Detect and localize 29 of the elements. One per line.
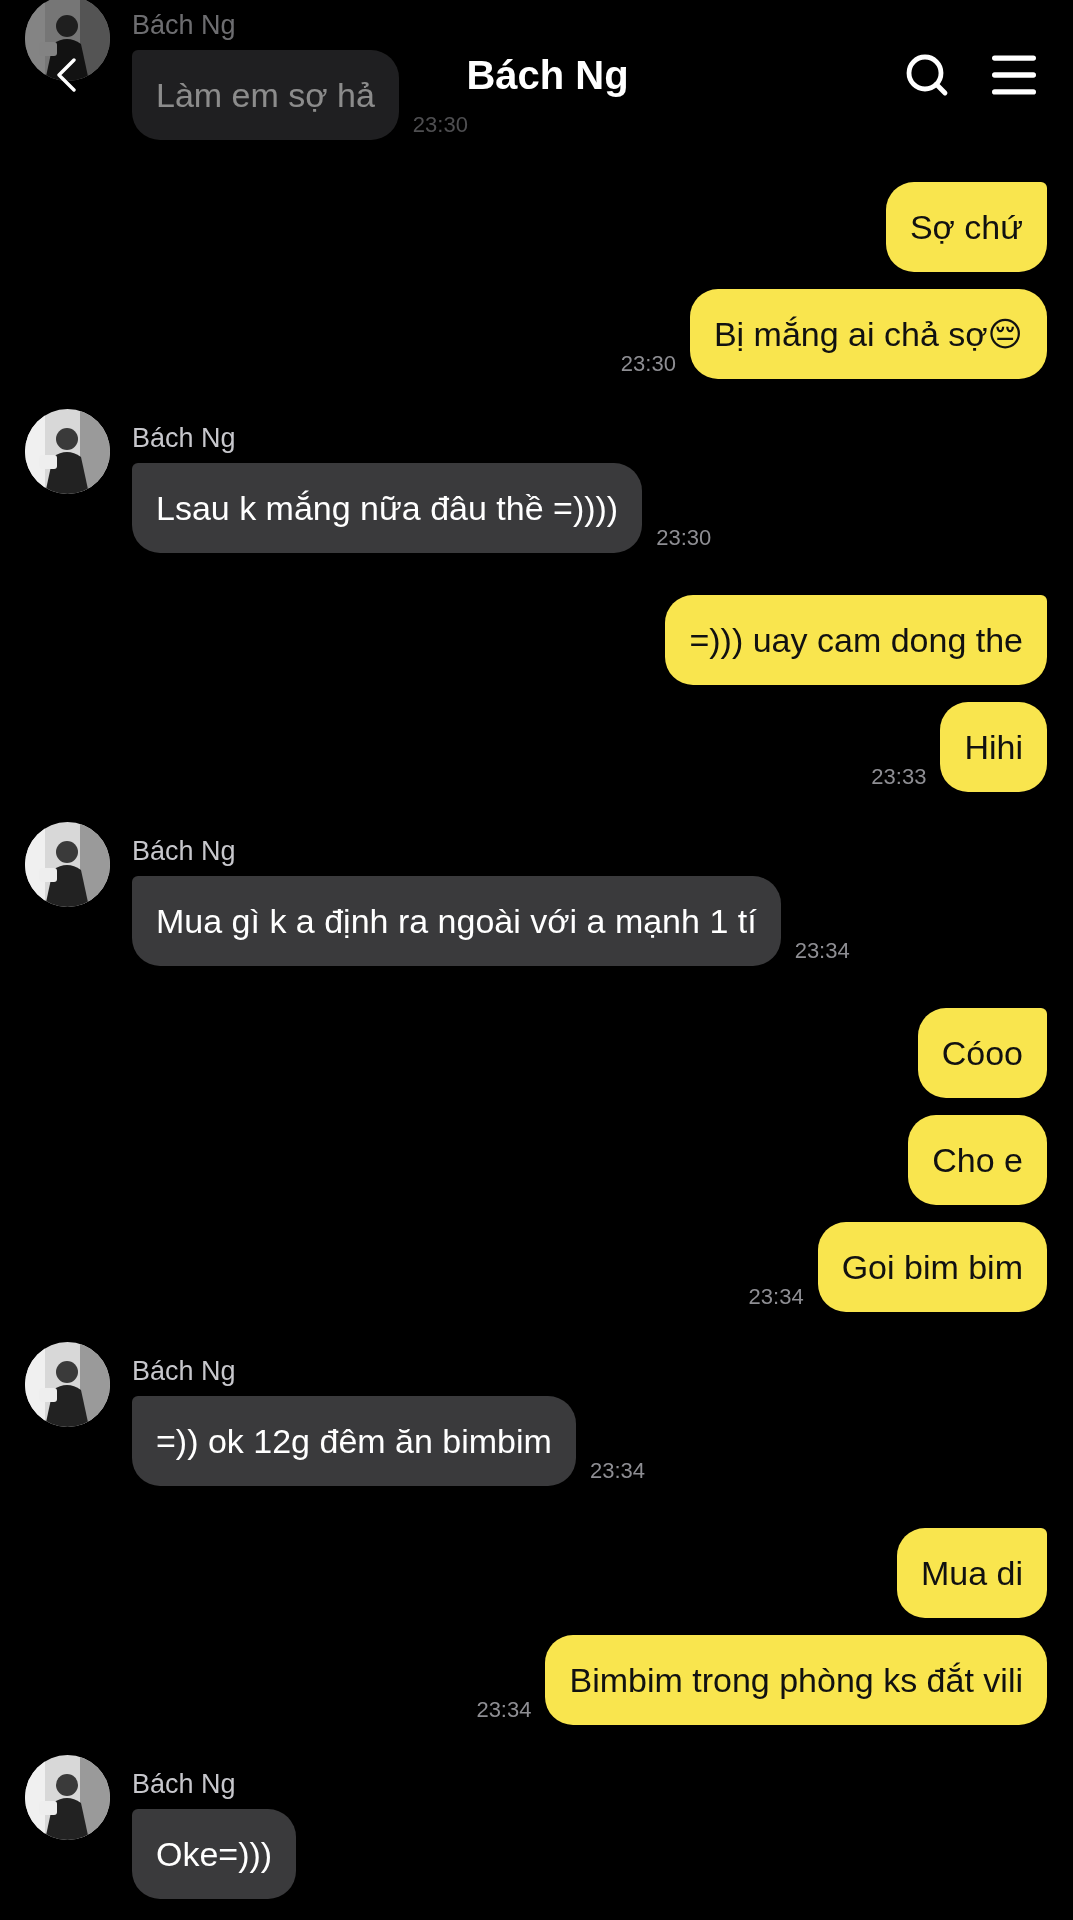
- message-bubble: Mua di: [896, 1528, 1047, 1618]
- message-bubble: Lsau k mắng nữa đâu thề =)))): [132, 463, 643, 553]
- chat-title: Bách Ng: [466, 52, 629, 98]
- message-bubble: Oke=))): [132, 1809, 297, 1899]
- message-bubble: =)) ok 12g đêm ăn bimbim: [132, 1396, 576, 1486]
- message-time: 23:34: [794, 938, 850, 964]
- sender-name: Bách Ng: [132, 9, 236, 42]
- back-button[interactable]: [56, 58, 76, 92]
- sender-name: Bách Ng: [132, 422, 236, 455]
- message-bubble: Hihi: [940, 702, 1047, 792]
- message-time: 23:33: [871, 764, 927, 790]
- sender-name: Bách Ng: [132, 1355, 236, 1388]
- message-time: 23:30: [656, 525, 712, 551]
- message-bubble: =))) uay cam dong the: [665, 595, 1047, 685]
- message-time: 23:30: [412, 112, 468, 138]
- message-bubble: Bimbim trong phòng ks đắt vili: [545, 1635, 1047, 1725]
- message-bubble: Bị mắng ai chả sợ😔: [689, 289, 1047, 379]
- message-bubble: Làm em sợ hả: [132, 50, 399, 140]
- sender-name: Bách Ng: [132, 835, 236, 868]
- message-time: 23:34: [748, 1284, 804, 1310]
- message-bubble: Goi bim bim: [817, 1222, 1047, 1312]
- message-bubble: Cóoo: [917, 1008, 1047, 1098]
- message-time: 23:30: [620, 351, 676, 377]
- message-bubble: Mua gì k a định ra ngoài với a mạnh 1 tí: [132, 876, 781, 966]
- message-time: 23:34: [476, 1697, 532, 1723]
- message-bubble: Cho e: [908, 1115, 1047, 1205]
- sender-name: Bách Ng: [132, 1768, 236, 1801]
- message-time: 23:34: [589, 1458, 645, 1484]
- message-bubble: Sợ chứ: [885, 182, 1047, 272]
